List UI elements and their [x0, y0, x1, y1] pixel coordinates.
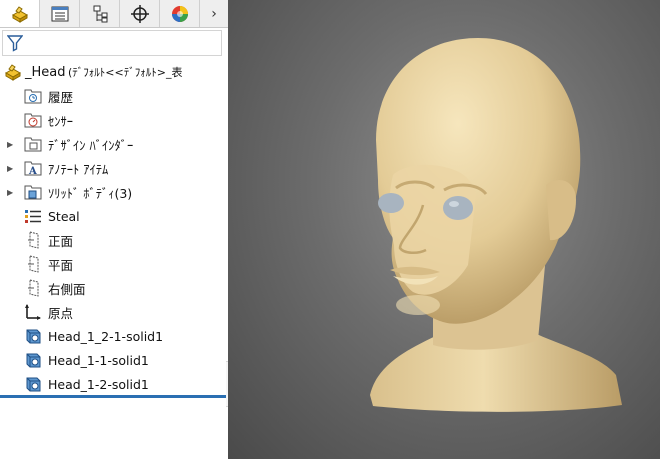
tree-item-annotations[interactable]: ▶ A ｱﾉﾃｰﾄ ｱｲﾃﾑ — [0, 157, 228, 179]
tree-item-label: 履歴 — [48, 89, 74, 105]
imported-body-icon — [24, 327, 42, 345]
display-manager-tab[interactable] — [160, 0, 200, 27]
tree-item-label: Head_1_2-1-solid1 — [48, 328, 164, 344]
imported-body-icon — [24, 375, 42, 393]
crosshair-icon — [130, 4, 149, 23]
tree-item-label: ｿﾘｯﾄﾞ ﾎﾞﾃﾞｨ(3) — [48, 185, 133, 201]
tree-item-right-plane[interactable]: 右側面 — [0, 277, 228, 299]
tree-item-label: ﾃﾞｻﾞｲﾝ ﾊﾞｲﾝﾀﾞｰ — [48, 137, 134, 153]
tree-item-label: ｱﾉﾃｰﾄ ｱｲﾃﾑ — [48, 161, 109, 177]
tree-item-front-plane[interactable]: 正面 — [0, 229, 228, 251]
tree-item-label: 原点 — [48, 305, 74, 321]
root-config-name: (ﾃﾞﾌｫﾙﾄ<<ﾃﾞﾌｫﾙﾄ>_表 — [68, 66, 183, 79]
tree-item-label: Steal — [48, 208, 80, 224]
rollback-bar[interactable] — [0, 395, 226, 398]
tree-item-origin[interactable]: 原点 — [0, 301, 228, 323]
tree-root-part[interactable]: _Head (ﾃﾞﾌｫﾙﾄ<<ﾃﾞﾌｫﾙﾄ>_表 — [0, 62, 228, 82]
more-tabs-button[interactable]: › — [200, 0, 228, 27]
tree-item-body-2[interactable]: Head_1-1-solid1 — [0, 349, 228, 371]
tree-item-design-binder[interactable]: ▶ ﾃﾞｻﾞｲﾝ ﾊﾞｲﾝﾀﾞｰ — [0, 133, 228, 155]
root-part-name: _Head — [25, 64, 66, 80]
expand-arrow-icon[interactable]: ▶ — [7, 188, 13, 197]
head-model[interactable] — [228, 0, 660, 459]
solid-bodies-icon — [24, 183, 42, 201]
expand-arrow-icon[interactable]: ▶ — [7, 140, 13, 149]
tree-item-history[interactable]: 履歴 — [0, 85, 228, 107]
tree-filter-input[interactable] — [2, 30, 222, 56]
tree-item-solid-bodies[interactable]: ▶ ｿﾘｯﾄﾞ ﾎﾞﾃﾞｨ(3) — [0, 181, 228, 203]
tree-item-label: ｾﾝｻｰ — [48, 113, 74, 129]
graphics-area[interactable] — [228, 0, 660, 459]
tree-item-body-1[interactable]: Head_1_2-1-solid1 — [0, 325, 228, 347]
chevron-right-icon: › — [211, 5, 217, 22]
tree-item-sensors[interactable]: ｾﾝｻｰ — [0, 109, 228, 131]
property-list-icon — [51, 6, 68, 21]
sensor-icon — [24, 111, 42, 129]
dimxpert-tab[interactable] — [120, 0, 160, 27]
material-icon — [24, 207, 42, 225]
configuration-manager-tab[interactable] — [80, 0, 120, 27]
tree-item-label: 右側面 — [48, 281, 86, 297]
plane-icon — [24, 255, 42, 273]
expand-arrow-icon[interactable]: ▶ — [7, 164, 13, 173]
annotations-icon: A — [24, 159, 42, 177]
tree-item-label: Head_1-2-solid1 — [48, 376, 149, 392]
tree-item-body-3[interactable]: Head_1-2-solid1 — [0, 373, 228, 395]
tree-item-label: 平面 — [48, 257, 74, 273]
design-binder-icon — [24, 135, 42, 153]
configuration-icon — [93, 5, 107, 22]
plane-icon — [24, 231, 42, 249]
property-manager-tab[interactable] — [40, 0, 80, 27]
imported-body-icon — [24, 351, 42, 369]
tree-item-label: 正面 — [48, 233, 74, 249]
plane-icon — [24, 279, 42, 297]
manager-tabs: › — [0, 0, 228, 28]
tree-item-top-plane[interactable]: 平面 — [0, 253, 228, 275]
origin-icon — [24, 303, 42, 321]
part-icon — [4, 64, 22, 81]
feature-manager-tab[interactable] — [0, 0, 40, 27]
appearance-ball-icon — [171, 5, 188, 22]
feature-manager-panel: › _Head (ﾃﾞﾌｫﾙﾄ<<ﾃﾞﾌｫﾙﾄ>_表 履歴 ｾﾝｻｰ ▶ ﾃﾞｻ… — [0, 0, 228, 459]
svg-text:A: A — [28, 166, 37, 176]
filter-icon — [7, 35, 23, 52]
history-icon — [24, 87, 42, 105]
part-icon — [11, 5, 28, 23]
tree-item-label: Head_1-1-solid1 — [48, 352, 149, 368]
tree-item-material[interactable]: Steal — [0, 205, 228, 227]
